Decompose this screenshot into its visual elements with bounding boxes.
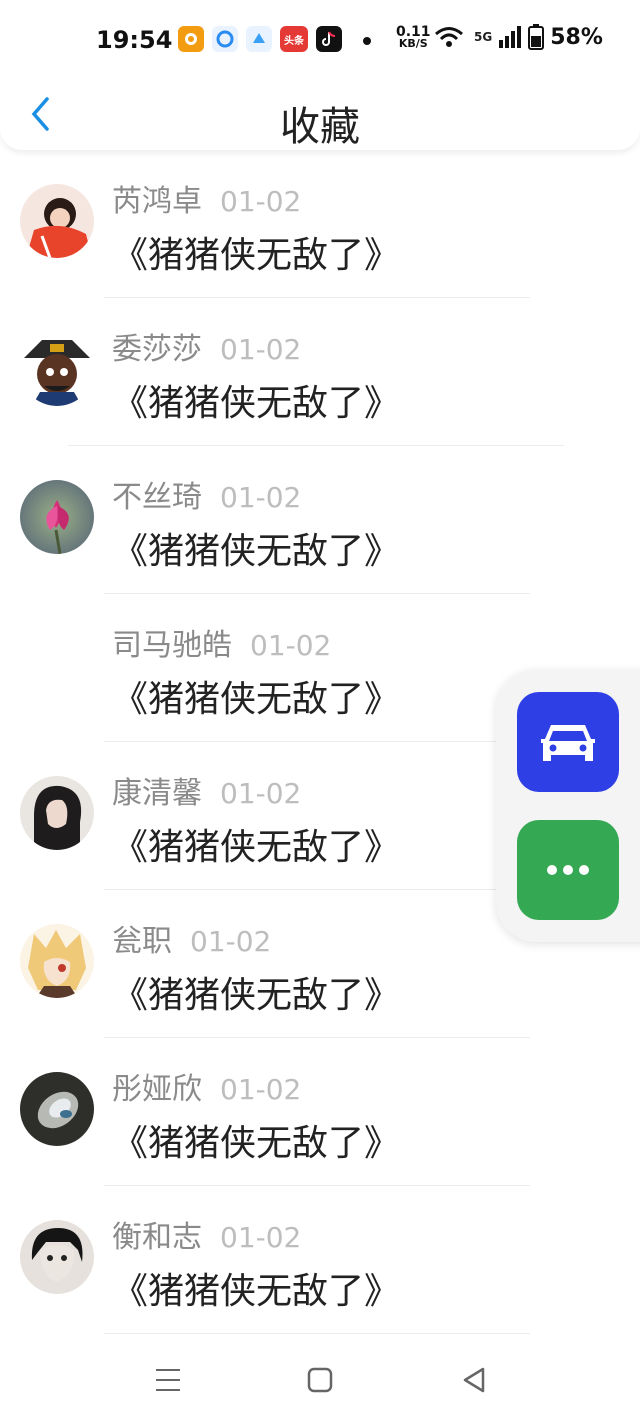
item-title: 《猪猪侠无敌了》 <box>112 679 401 720</box>
list-item[interactable]: 芮鸿卓 01-02 《猪猪侠无敌了》 <box>0 150 640 298</box>
user-name: 不丝琦 <box>112 480 202 515</box>
item-date: 01-02 <box>220 481 302 514</box>
recents-button[interactable] <box>146 1360 190 1400</box>
user-name: 彤娅欣 <box>112 1072 202 1107</box>
item-title: 《猪猪侠无敌了》 <box>112 827 401 868</box>
item-date: 01-02 <box>220 1073 302 1106</box>
back-triangle-icon <box>463 1367 485 1393</box>
avatar <box>20 924 94 998</box>
user-name: 司马驰皓 <box>112 628 232 663</box>
user-name: 芮鸿卓 <box>112 184 202 219</box>
more-button[interactable] <box>517 820 619 920</box>
browser-lightblue-icon <box>246 26 272 52</box>
item-date: 01-02 <box>220 777 302 810</box>
system-nav-bar <box>0 1340 640 1422</box>
avatar <box>20 1220 94 1294</box>
notification-icons: 头条 <box>178 26 342 52</box>
net-speed: 0.11 KB/S <box>396 24 431 50</box>
menu-icon <box>156 1369 180 1391</box>
item-title: 《猪猪侠无敌了》 <box>112 383 401 424</box>
status-time: 19:54 <box>96 26 173 54</box>
list-item[interactable]: 委莎莎 01-02 《猪猪侠无敌了》 <box>0 298 640 446</box>
tiktok-icon <box>316 26 342 52</box>
item-date: 01-02 <box>220 333 302 366</box>
divider <box>104 1333 530 1334</box>
item-date: 01-02 <box>190 925 272 958</box>
item-title: 《猪猪侠无敌了》 <box>112 1123 401 1164</box>
system-back-button[interactable] <box>452 1360 496 1400</box>
car-icon <box>541 725 595 761</box>
user-name: 康清馨 <box>112 776 202 811</box>
list-item[interactable]: 彤娅欣 01-02 《猪猪侠无敌了》 <box>0 1038 640 1186</box>
list-item[interactable]: 不丝琦 01-02 《猪猪侠无敌了》 <box>0 446 640 594</box>
avatar <box>20 332 94 406</box>
list-item[interactable]: 衡和志 01-02 《猪猪侠无敌了》 <box>0 1186 640 1334</box>
item-title: 《猪猪侠无敌了》 <box>112 975 401 1016</box>
browser-blue-icon <box>212 26 238 52</box>
toutiao-icon: 头条 <box>280 26 308 52</box>
avatar <box>20 1072 94 1146</box>
car-button[interactable] <box>517 692 619 792</box>
status-bar: 19:54 头条 0.11 KB/S 5G 58% <box>0 0 640 80</box>
app-header: 收藏 <box>0 80 640 150</box>
battery-percent: 58% <box>550 24 603 50</box>
user-name: 衡和志 <box>112 1220 202 1255</box>
avatar <box>20 480 94 554</box>
notification-dot <box>363 37 371 45</box>
avatar <box>20 184 94 258</box>
signal-type: 5G <box>474 30 493 44</box>
page-title: 收藏 <box>280 104 360 150</box>
more-dots-icon <box>547 865 589 875</box>
status-right: 5G 58% <box>434 24 603 50</box>
avatar <box>20 776 94 850</box>
item-date: 01-02 <box>220 1221 302 1254</box>
item-title: 《猪猪侠无敌了》 <box>112 1271 401 1312</box>
item-title: 《猪猪侠无敌了》 <box>112 531 401 572</box>
app-orange-icon <box>178 26 204 52</box>
user-name: 瓮职 <box>112 924 172 959</box>
item-date: 01-02 <box>220 185 302 218</box>
signal-icon <box>499 26 522 48</box>
item-title: 《猪猪侠无敌了》 <box>112 235 401 276</box>
home-square-icon <box>307 1367 333 1393</box>
user-name: 委莎莎 <box>112 332 202 367</box>
home-button[interactable] <box>298 1360 342 1400</box>
wifi-icon <box>435 27 463 47</box>
floating-action-panel <box>496 670 640 942</box>
battery-icon <box>528 24 545 50</box>
item-date: 01-02 <box>250 629 332 662</box>
